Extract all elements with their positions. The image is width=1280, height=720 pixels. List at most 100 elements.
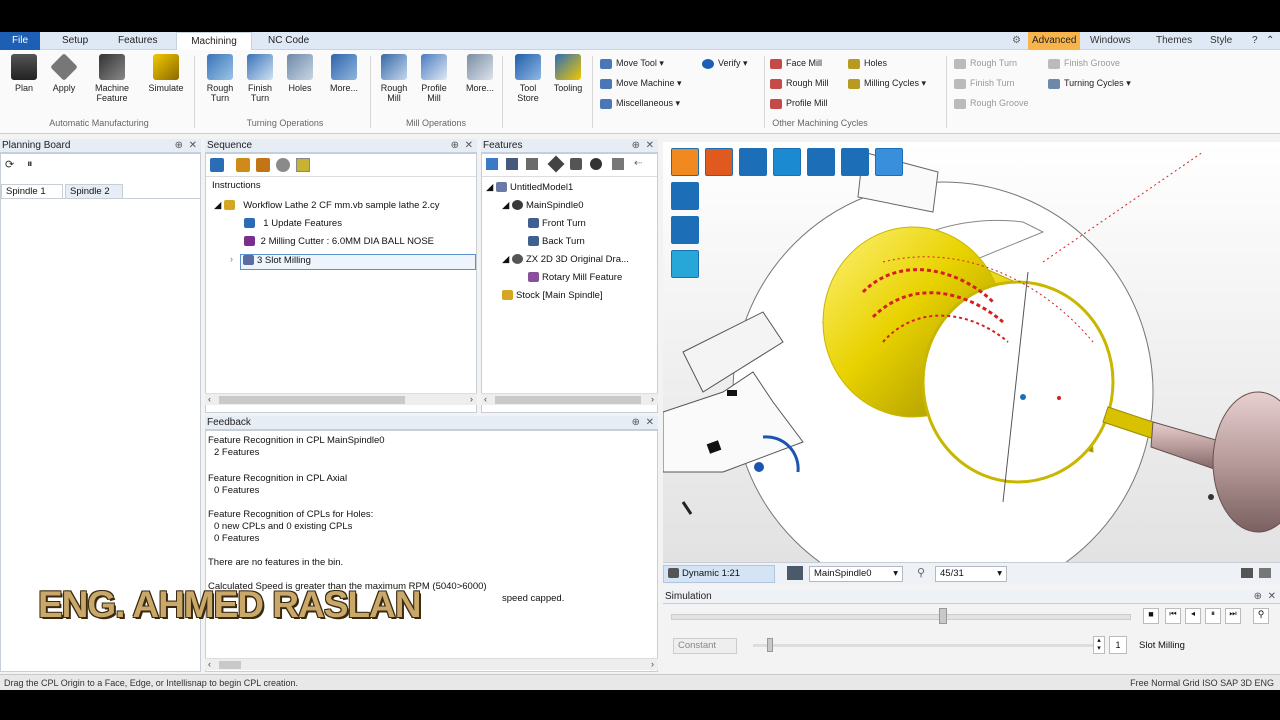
tab-file[interactable]: File (0, 32, 40, 50)
view-tab-dynamic[interactable]: Dynamic 1:21 (663, 565, 775, 583)
menu-advanced[interactable]: Advanced (1028, 32, 1081, 50)
apply-button[interactable]: Apply (44, 53, 84, 93)
tab-nc-code[interactable]: NC Code (260, 32, 317, 50)
step-value[interactable]: 1 (1109, 636, 1127, 654)
pin-icon[interactable]: ⊕ (632, 416, 640, 430)
refresh-icon[interactable]: ⟳ (5, 158, 14, 171)
rough-groove-button[interactable]: Rough Groove (954, 96, 1029, 110)
pause-sim-icon[interactable]: ⏸ (1205, 608, 1221, 624)
milling-cycles-button[interactable]: Milling Cycles ▾ (848, 76, 926, 90)
view-plan-icon[interactable] (739, 148, 767, 176)
feature-delete-icon[interactable] (526, 158, 538, 170)
close-icon[interactable]: ✕ (189, 139, 197, 153)
feature-view-icon[interactable] (590, 158, 602, 170)
tab-setup[interactable]: Setup (54, 32, 96, 50)
close-icon[interactable]: ✕ (646, 416, 654, 430)
help-icon[interactable]: ⚙ (1012, 32, 1021, 50)
tree-stock[interactable]: Stock [Main Spindle] (502, 290, 603, 301)
status-toggles[interactable]: Free Normal Grid ISO SAP 3D ENG (1130, 675, 1274, 690)
scroll-right-icon[interactable]: › (651, 659, 654, 669)
tooling-button[interactable]: Tooling (548, 54, 588, 93)
tab-spindle-2[interactable]: Spindle 2 (65, 184, 123, 199)
sequence-settings-icon[interactable] (276, 158, 290, 172)
search-icon[interactable]: ⚲ (1253, 608, 1269, 624)
view-iso-icon[interactable] (671, 148, 699, 176)
scroll-thumb[interactable] (219, 661, 241, 669)
zoom-select[interactable]: 45/31 ▾ (935, 566, 1007, 582)
tab-spindle-1[interactable]: Spindle 1 (1, 184, 63, 199)
cpl-origin[interactable] (1020, 394, 1026, 400)
close-icon[interactable]: ✕ (646, 139, 654, 153)
scroll-thumb[interactable] (495, 396, 641, 404)
scroll-right-icon[interactable]: › (651, 394, 654, 404)
regenerate-icon[interactable] (210, 158, 224, 172)
fast-forward-icon[interactable]: ⏭ (1225, 608, 1241, 624)
holes-turn-button[interactable]: Holes (280, 54, 320, 93)
slot-milling-item[interactable]: 3 Slot Milling (240, 254, 476, 270)
speed-slider-track[interactable] (753, 644, 1093, 647)
grid-icon[interactable] (875, 148, 903, 176)
scroll-left-icon[interactable]: ‹ (484, 394, 487, 404)
help-question-icon[interactable]: ? (1252, 32, 1258, 50)
pin-icon[interactable]: ⊕ (451, 139, 459, 153)
holes-small-button[interactable]: Holes (848, 56, 887, 70)
simulation-progress-thumb[interactable] (939, 608, 947, 624)
3d-viewport[interactable] (663, 142, 1280, 562)
speed-slider-thumb[interactable] (767, 638, 773, 652)
view-stock-icon[interactable] (705, 148, 733, 176)
ribbon-collapse-icon[interactable]: ⌃ (1266, 32, 1274, 50)
face-mill-button[interactable]: Face Mill (770, 56, 822, 70)
profile-mill-button[interactable]: Profile Mill (414, 54, 454, 103)
feedback-scrollbar[interactable]: ‹ › (205, 658, 658, 670)
sequence-tool-icon[interactable] (236, 158, 250, 172)
tab-machining[interactable]: Machining (176, 32, 252, 50)
more-mill-button[interactable]: More... (460, 54, 500, 93)
layout-icon[interactable] (1241, 568, 1253, 578)
close-icon[interactable]: ✕ (1268, 590, 1276, 604)
collapse-icon[interactable]: ◢ (214, 200, 221, 211)
expand-icon[interactable]: › (230, 254, 233, 264)
feature-tool-icon[interactable] (486, 158, 498, 170)
layout-split-icon[interactable] (1259, 568, 1271, 578)
machine-feature-button[interactable]: Machine Feature (92, 54, 132, 103)
pin-icon[interactable]: ⊕ (175, 139, 183, 153)
move-tool-button[interactable]: Move Tool ▾ (600, 56, 664, 70)
stop-icon[interactable]: ■ (1143, 608, 1159, 624)
cube-side-icon[interactable] (671, 216, 699, 244)
step-back-icon[interactable]: ◂ (1185, 608, 1201, 624)
feature-filter-icon[interactable] (612, 158, 624, 170)
rough-turn-button[interactable]: Rough Turn (200, 54, 240, 103)
milling-cutter-item[interactable]: 2 Milling Cutter : 6.0MM DIA BALL NOSE (244, 236, 434, 247)
sequence-highlight-icon[interactable] (296, 158, 310, 172)
cube-front-icon[interactable] (671, 182, 699, 210)
cube-top-icon[interactable] (671, 250, 699, 278)
pause-icon[interactable]: ⏸ (27, 158, 33, 171)
rewind-icon[interactable]: ⏮ (1165, 608, 1181, 624)
zoom-icon[interactable] (807, 148, 835, 176)
tree-model[interactable]: ◢ UntitledModel1 (486, 182, 573, 193)
tree-zx-original[interactable]: ◢ ZX 2D 3D Original Dra... (502, 254, 629, 265)
spindle-select[interactable]: MainSpindle0 ▾ (809, 566, 903, 582)
view-light-icon[interactable] (773, 148, 801, 176)
sequence-op-icon[interactable] (256, 158, 270, 172)
tree-main-spindle[interactable]: ◢ MainSpindle0 (502, 200, 584, 211)
sequence-scrollbar[interactable]: ‹ › (205, 393, 477, 405)
scroll-thumb[interactable] (219, 396, 405, 404)
menu-themes[interactable]: Themes (1156, 32, 1192, 50)
tool-store-button[interactable]: Tool Store (508, 54, 548, 103)
tree-front-turn[interactable]: Front Turn (528, 218, 586, 229)
tab-features[interactable]: Features (110, 32, 165, 50)
tree-rotary-mill-feature[interactable]: Rotary Mill Feature (528, 272, 622, 283)
menu-windows[interactable]: Windows (1090, 32, 1131, 50)
miscellaneous-button[interactable]: Miscellaneous ▾ (600, 96, 680, 110)
simulate-button[interactable]: Simulate (146, 54, 186, 93)
step-spinner[interactable]: ▴ ▾ (1093, 636, 1105, 654)
machine-scene[interactable] (663, 142, 1280, 562)
rough-mill-button[interactable]: Rough Mill (374, 54, 414, 103)
plan-button[interactable]: Plan (4, 54, 44, 93)
list-view-icon[interactable] (841, 148, 869, 176)
menu-style[interactable]: Style (1210, 32, 1232, 50)
scroll-left-icon[interactable]: ‹ (208, 394, 211, 404)
verify-button[interactable]: Verify ▾ (702, 56, 748, 70)
constant-button[interactable]: Constant (673, 638, 737, 654)
